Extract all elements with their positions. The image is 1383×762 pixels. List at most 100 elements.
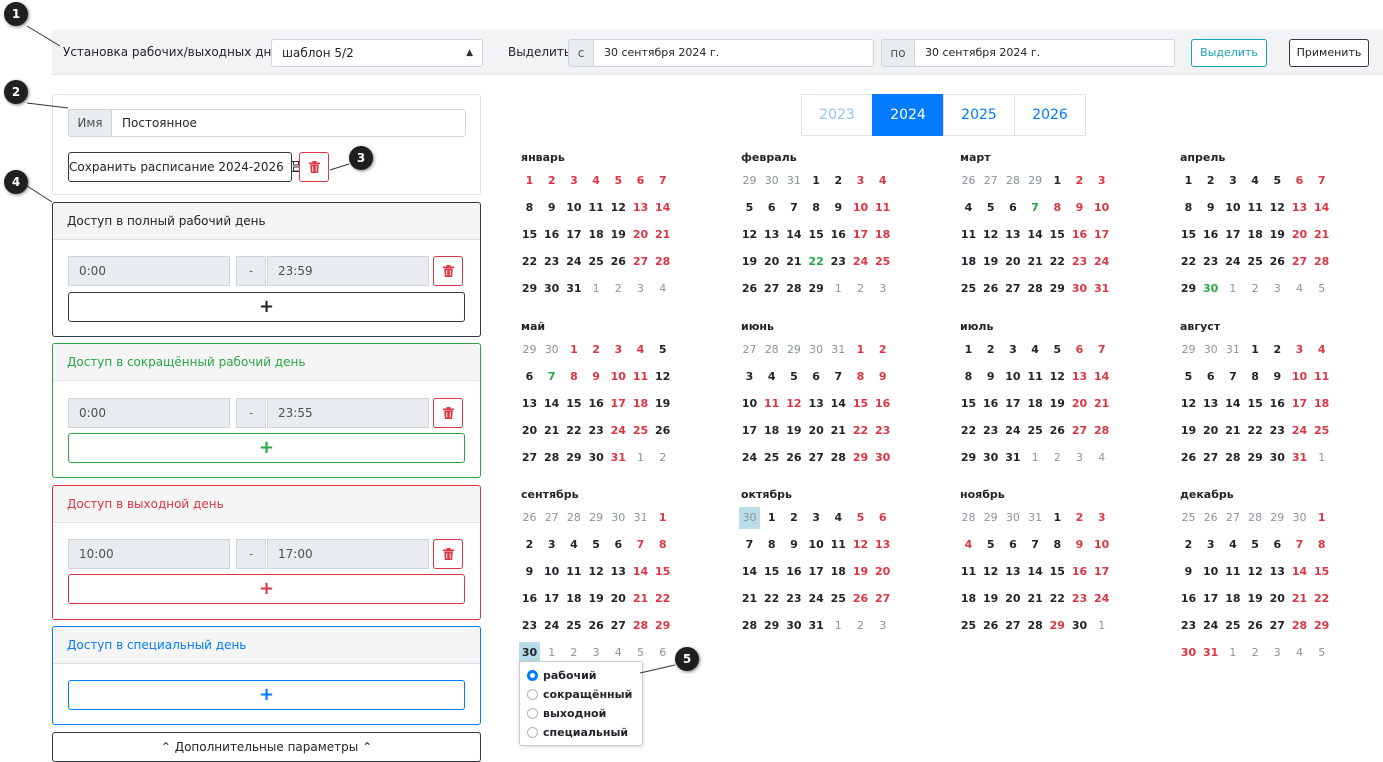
full-workday-add-button[interactable]: + bbox=[68, 292, 465, 322]
calendar-day-other-month[interactable]: 29 bbox=[739, 170, 760, 192]
calendar-day-other-month[interactable]: 26 bbox=[519, 507, 540, 529]
calendar-day[interactable]: 10 bbox=[608, 366, 629, 388]
calendar-day[interactable]: 2 bbox=[1069, 170, 1090, 192]
calendar-day[interactable]: 16 bbox=[541, 224, 562, 246]
calendar-day[interactable]: 18 bbox=[828, 561, 849, 583]
calendar-day[interactable]: 20 bbox=[630, 224, 651, 246]
dayoff-from-input[interactable]: 10:00 bbox=[68, 539, 230, 569]
calendar-day[interactable]: 2 bbox=[828, 170, 849, 192]
calendar-day[interactable]: 27 bbox=[1289, 251, 1310, 273]
day-type-option-workday[interactable]: рабочий bbox=[520, 666, 642, 685]
calendar-day-other-month[interactable]: 28 bbox=[563, 507, 584, 529]
calendar-day[interactable]: 23 bbox=[1200, 251, 1221, 273]
calendar-day[interactable]: 24 bbox=[850, 251, 871, 273]
calendar-day[interactable]: 23 bbox=[1267, 420, 1288, 442]
full-workday-to-input[interactable]: 23:59 bbox=[267, 256, 429, 286]
calendar-day[interactable]: 5 bbox=[783, 366, 804, 388]
calendar-day[interactable]: 27 bbox=[1002, 615, 1023, 637]
calendar-day[interactable]: 19 bbox=[850, 561, 871, 583]
calendar-day[interactable]: 3 bbox=[1222, 170, 1243, 192]
calendar-day[interactable]: 22 bbox=[1047, 588, 1068, 610]
calendar-day[interactable]: 17 bbox=[739, 420, 760, 442]
calendar-day[interactable]: 20 bbox=[1002, 251, 1023, 273]
calendar-day[interactable]: 1 bbox=[1245, 339, 1266, 361]
calendar-day[interactable]: 16 bbox=[1267, 393, 1288, 415]
calendar-day[interactable]: 2 bbox=[980, 339, 1001, 361]
calendar-day[interactable]: 30 bbox=[1178, 642, 1199, 664]
calendar-day[interactable]: 11 bbox=[1311, 366, 1332, 388]
calendar-day[interactable]: 8 bbox=[958, 366, 979, 388]
calendar-day[interactable]: 27 bbox=[519, 447, 540, 469]
calendar-day[interactable]: 29 bbox=[958, 447, 979, 469]
calendar-day[interactable]: 20 bbox=[761, 251, 782, 273]
calendar-day[interactable]: 5 bbox=[1267, 170, 1288, 192]
calendar-day-other-month[interactable]: 1 bbox=[1311, 447, 1332, 469]
calendar-day[interactable]: 29 bbox=[1047, 278, 1068, 300]
calendar-day[interactable]: 22 bbox=[850, 420, 871, 442]
calendar-day[interactable]: 8 bbox=[1047, 197, 1068, 219]
calendar-day-other-month[interactable]: 29 bbox=[783, 339, 804, 361]
calendar-day[interactable]: 1 bbox=[1047, 170, 1068, 192]
calendar-day[interactable]: 4 bbox=[1222, 534, 1243, 556]
calendar-day[interactable]: 22 bbox=[1047, 251, 1068, 273]
calendar-day[interactable]: 24 bbox=[1222, 251, 1243, 273]
dayoff-delete-button[interactable] bbox=[433, 539, 463, 569]
calendar-day[interactable]: 5 bbox=[608, 170, 629, 192]
calendar-day[interactable]: 26 bbox=[1047, 420, 1068, 442]
calendar-day-other-month[interactable]: 2 bbox=[850, 615, 871, 637]
calendar-day[interactable]: 12 bbox=[980, 561, 1001, 583]
calendar-day[interactable]: 22 bbox=[1245, 420, 1266, 442]
calendar-day[interactable]: 12 bbox=[1178, 393, 1199, 415]
calendar-day[interactable]: 18 bbox=[958, 251, 979, 273]
template-select[interactable]: шаблон 5/2 ▲ bbox=[271, 39, 483, 67]
calendar-day[interactable]: 24 bbox=[563, 251, 584, 273]
calendar-day[interactable]: 27 bbox=[872, 588, 893, 610]
calendar-day[interactable]: 15 bbox=[806, 224, 827, 246]
calendar-day[interactable]: 29 bbox=[850, 447, 871, 469]
calendar-day-other-month[interactable]: 3 bbox=[1069, 447, 1090, 469]
calendar-day[interactable]: 5 bbox=[1178, 366, 1199, 388]
calendar-day[interactable]: 16 bbox=[1178, 588, 1199, 610]
calendar-day[interactable]: 27 bbox=[608, 615, 629, 637]
calendar-day[interactable]: 18 bbox=[761, 420, 782, 442]
calendar-day[interactable]: 11 bbox=[630, 366, 651, 388]
calendar-day[interactable]: 27 bbox=[630, 251, 651, 273]
calendar-day[interactable]: 6 bbox=[872, 507, 893, 529]
extra-params-button[interactable]: ⌃ Дополнительные параметры ⌃ bbox=[52, 732, 481, 762]
calendar-day[interactable]: 20 bbox=[806, 420, 827, 442]
calendar-day[interactable]: 17 bbox=[850, 224, 871, 246]
calendar-day[interactable]: 12 bbox=[652, 366, 673, 388]
calendar-day[interactable]: 17 bbox=[541, 588, 562, 610]
calendar-day-other-month[interactable]: 26 bbox=[958, 170, 979, 192]
calendar-day[interactable]: 2 bbox=[1178, 534, 1199, 556]
calendar-day[interactable]: 28 bbox=[1025, 615, 1046, 637]
calendar-day[interactable]: 1 bbox=[519, 170, 540, 192]
tab-year-2023[interactable]: 2023 bbox=[801, 94, 873, 136]
calendar-day[interactable]: 30 bbox=[1200, 278, 1221, 300]
calendar-day[interactable]: 28 bbox=[1091, 420, 1112, 442]
calendar-day[interactable]: 9 bbox=[1178, 561, 1199, 583]
calendar-day[interactable]: 4 bbox=[1311, 339, 1332, 361]
calendar-day[interactable]: 25 bbox=[828, 588, 849, 610]
calendar-day[interactable]: 15 bbox=[1047, 561, 1068, 583]
calendar-day[interactable]: 21 bbox=[1091, 393, 1112, 415]
calendar-day-other-month[interactable]: 31 bbox=[630, 507, 651, 529]
calendar-day[interactable]: 21 bbox=[1311, 224, 1332, 246]
tab-year-2025[interactable]: 2025 bbox=[943, 94, 1015, 136]
calendar-day[interactable]: 15 bbox=[850, 393, 871, 415]
calendar-day[interactable]: 4 bbox=[828, 507, 849, 529]
calendar-day[interactable]: 30 bbox=[1069, 278, 1090, 300]
calendar-day[interactable]: 13 bbox=[1200, 393, 1221, 415]
calendar-day[interactable]: 4 bbox=[958, 534, 979, 556]
calendar-day[interactable]: 26 bbox=[586, 615, 607, 637]
calendar-day-other-month[interactable]: 31 bbox=[828, 339, 849, 361]
calendar-day[interactable]: 27 bbox=[1200, 447, 1221, 469]
calendar-day-other-month[interactable]: 4 bbox=[1289, 642, 1310, 664]
calendar-day-other-month[interactable]: 29 bbox=[1267, 507, 1288, 529]
calendar-day[interactable]: 3 bbox=[1289, 339, 1310, 361]
calendar-day[interactable]: 8 bbox=[806, 197, 827, 219]
tab-year-2024[interactable]: 2024 bbox=[872, 94, 944, 136]
calendar-day[interactable]: 18 bbox=[586, 224, 607, 246]
calendar-day[interactable]: 3 bbox=[1200, 534, 1221, 556]
calendar-day[interactable]: 23 bbox=[980, 420, 1001, 442]
